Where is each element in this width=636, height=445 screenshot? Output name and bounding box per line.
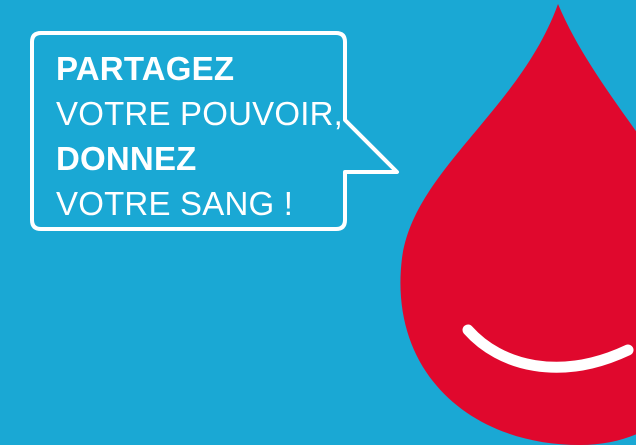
message-line-votre-pouvoir: VOTRE POUVOIR, [56, 95, 344, 132]
message-line-partagez: PARTAGEZ [56, 50, 235, 87]
bubble-message: PARTAGEZ VOTRE POUVOIR, DONNEZ VOTRE SAN… [56, 46, 346, 226]
message-line-votre-sang: VOTRE SANG ! [56, 185, 294, 222]
message-line-donnez: DONNEZ [56, 140, 197, 177]
blood-donation-poster: PARTAGEZ VOTRE POUVOIR, DONNEZ VOTRE SAN… [0, 0, 636, 445]
